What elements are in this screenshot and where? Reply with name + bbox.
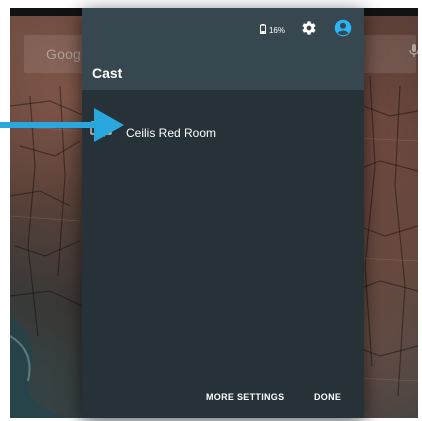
more-settings-button[interactable]: MORE SETTINGS [206,388,284,406]
annotation-arrow-icon [0,108,124,149]
cast-route-item[interactable]: Ceilis Red Room [82,114,364,154]
done-button[interactable]: DONE [314,388,341,406]
dialog-actions: MORE SETTINGS DONE [82,388,364,412]
account-circle-icon[interactable] [334,19,352,42]
battery-indicator: 16% [259,21,285,39]
route-label: Ceilis Red Room [126,126,217,140]
gear-icon[interactable] [301,20,317,41]
battery-icon [259,21,266,39]
dialog-title: Cast [92,65,123,81]
microphone-icon[interactable] [409,44,418,63]
cast-dialog: 16% Cast Ceilis Red Room MORE SETTINGS D… [82,8,364,418]
battery-level: 16% [268,25,285,35]
status-row: 16% [259,19,352,42]
dialog-header: 16% Cast [82,8,364,90]
